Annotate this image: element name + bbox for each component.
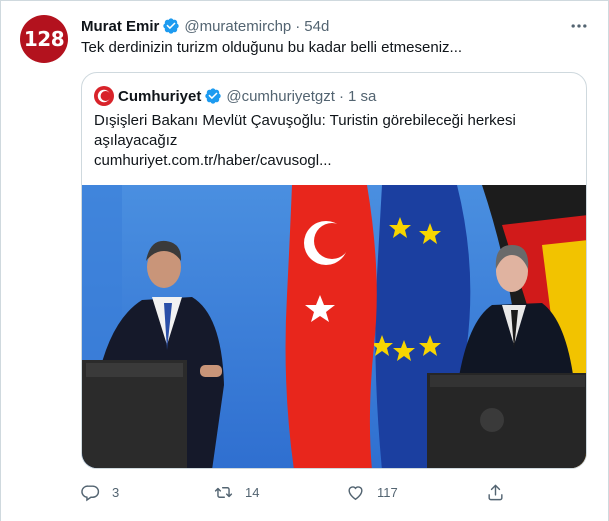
quoted-source-name[interactable]: Cumhuriyet: [118, 88, 201, 105]
tweet-time[interactable]: 54d: [304, 18, 329, 35]
reply-icon: [81, 484, 100, 501]
author-name[interactable]: Murat Emir: [81, 18, 159, 35]
retweet-count: 14: [245, 484, 260, 500]
avatar-text: 128: [23, 27, 65, 51]
quoted-handle[interactable]: @cumhuriyetgzt: [226, 88, 335, 105]
reply-button[interactable]: 3: [81, 481, 119, 503]
quoted-tweet-header: Cumhuriyet @cumhuriyetgzt · 1 sa: [94, 85, 376, 107]
like-count: 117: [377, 484, 398, 500]
tweet-header: Murat Emir @muratemirchp · 54d: [81, 16, 329, 36]
reply-count: 3: [112, 484, 120, 500]
separator-dot: ·: [295, 17, 301, 35]
verified-badge-icon: [163, 18, 180, 34]
share-button[interactable]: [486, 481, 517, 503]
verified-badge-icon: [205, 88, 222, 104]
like-icon: [348, 485, 363, 500]
quoted-time[interactable]: 1 sa: [348, 88, 376, 105]
author-handle[interactable]: @muratemirchp: [184, 18, 291, 35]
tweet-card: 128 Murat Emir @muratemirchp · 54d Tek d…: [0, 0, 609, 521]
separator-dot: ·: [338, 87, 344, 105]
share-icon: [488, 484, 503, 500]
like-button[interactable]: 117: [346, 481, 398, 503]
quoted-link[interactable]: cumhuriyet.com.tr/haber/cavusogl...: [94, 151, 332, 171]
quoted-text: Dışişleri Bakanı Mevlüt Çavuşoğlu: Turis…: [94, 112, 516, 149]
tweet-text: Tek derdinizin turizm olduğunu bu kadar …: [81, 39, 463, 56]
press-conference-photo[interactable]: [82, 185, 587, 469]
cumhuriyet-logo-icon: [94, 86, 114, 106]
quoted-tweet[interactable]: Cumhuriyet @cumhuriyetgzt · 1 sa Dışişle…: [81, 72, 587, 469]
retweet-button[interactable]: 14: [214, 481, 259, 503]
retweet-icon: [214, 486, 233, 498]
tweet-actions: 3 14 117: [81, 481, 511, 503]
avatar[interactable]: 128: [20, 15, 68, 63]
more-options-icon[interactable]: [568, 15, 590, 37]
